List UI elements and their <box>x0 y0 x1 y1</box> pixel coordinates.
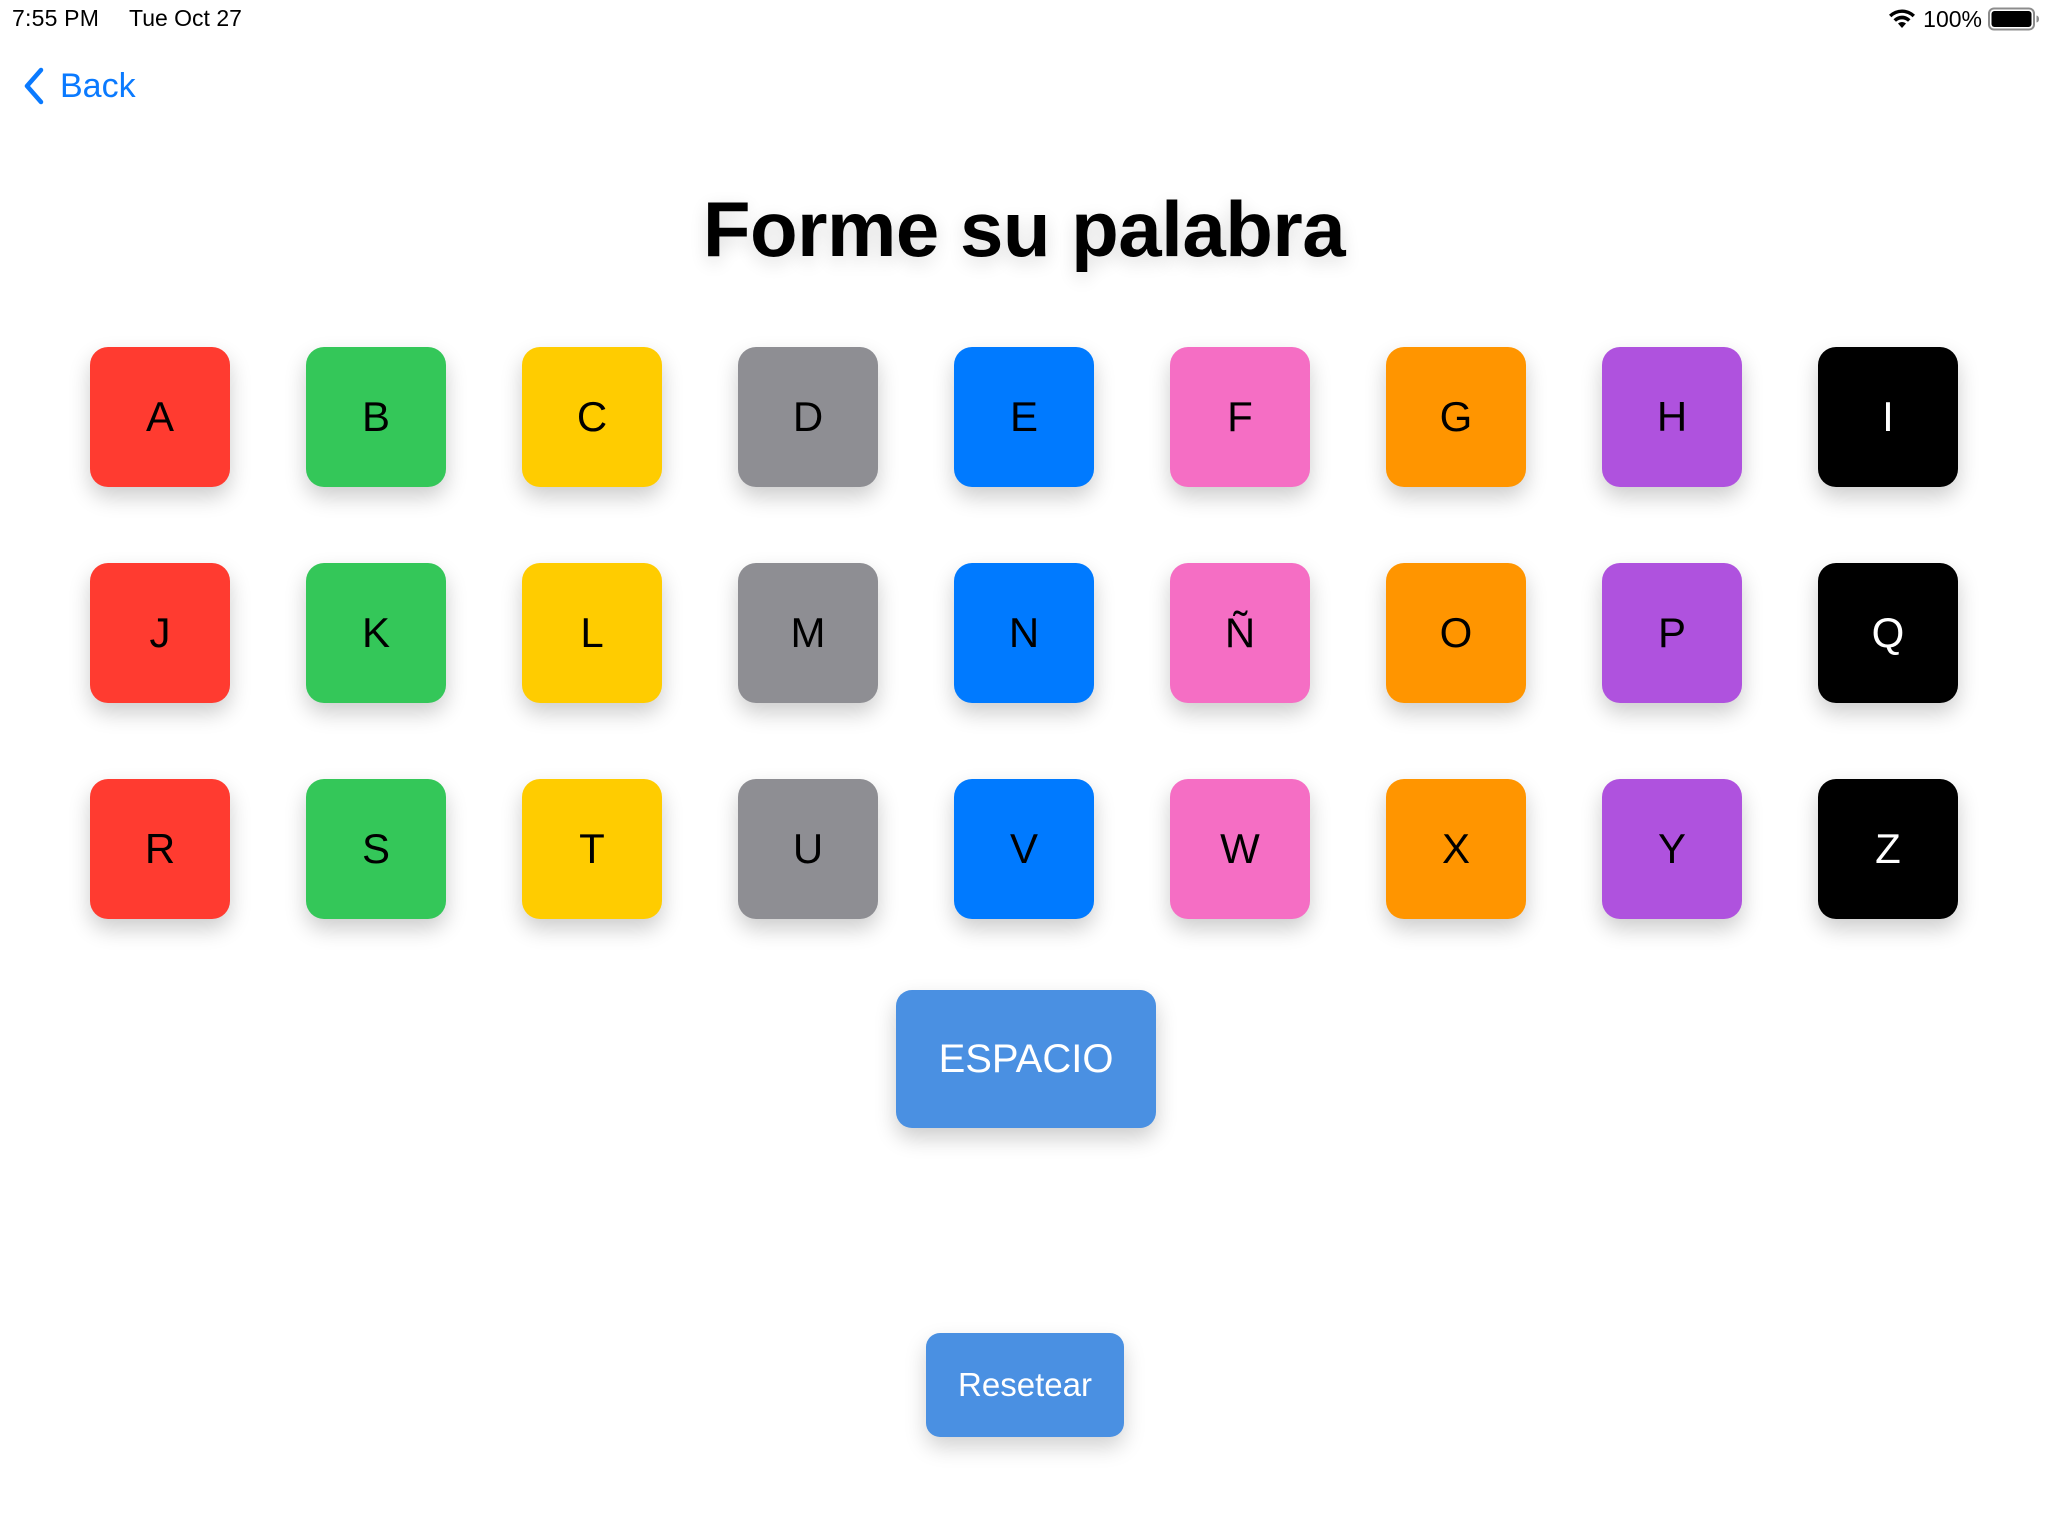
letter-key-f[interactable]: F <box>1170 347 1310 487</box>
back-button[interactable]: Back <box>22 66 136 106</box>
page-title: Forme su palabra <box>702 185 1346 273</box>
letter-key-m[interactable]: M <box>738 563 878 703</box>
letter-key-j[interactable]: J <box>90 563 230 703</box>
letter-key-i[interactable]: I <box>1818 347 1958 487</box>
chevron-left-icon <box>24 67 44 105</box>
letter-key-a[interactable]: A <box>90 347 230 487</box>
letter-key-b[interactable]: B <box>306 347 446 487</box>
wifi-icon <box>1889 9 1916 28</box>
status-bar: 7:55 PM Tue Oct 27 100% <box>0 0 2048 40</box>
letter-key-g[interactable]: G <box>1386 347 1526 487</box>
reset-button[interactable]: Resetear <box>926 1333 1124 1437</box>
letter-key-y[interactable]: Y <box>1602 779 1742 919</box>
letter-key-d[interactable]: D <box>738 347 878 487</box>
letter-key-c[interactable]: C <box>522 347 662 487</box>
letter-key-v[interactable]: V <box>954 779 1094 919</box>
space-button[interactable]: ESPACIO <box>896 990 1156 1128</box>
letter-key-s[interactable]: S <box>306 779 446 919</box>
status-date: Tue Oct 27 <box>129 5 242 31</box>
letter-key-z[interactable]: Z <box>1818 779 1958 919</box>
letter-key-p[interactable]: P <box>1602 563 1742 703</box>
back-label: Back <box>60 66 136 105</box>
letter-key-w[interactable]: W <box>1170 779 1310 919</box>
battery-percent: 100% <box>1923 5 1982 32</box>
letter-key-o[interactable]: O <box>1386 563 1526 703</box>
letter-key-k[interactable]: K <box>306 563 446 703</box>
status-time: 7:55 PM <box>12 5 100 31</box>
letter-key-x[interactable]: X <box>1386 779 1526 919</box>
letter-key-n[interactable]: N <box>954 563 1094 703</box>
letter-key-q[interactable]: Q <box>1818 563 1958 703</box>
letter-key-u[interactable]: U <box>738 779 878 919</box>
letter-key-r[interactable]: R <box>90 779 230 919</box>
battery-icon <box>1988 7 2039 31</box>
letter-key-e[interactable]: E <box>954 347 1094 487</box>
letter-key-t[interactable]: T <box>522 779 662 919</box>
status-indicators: 100% <box>1887 4 2040 34</box>
letter-key-h[interactable]: H <box>1602 347 1742 487</box>
letter-key-ñ[interactable]: Ñ <box>1170 563 1310 703</box>
letter-key-l[interactable]: L <box>522 563 662 703</box>
